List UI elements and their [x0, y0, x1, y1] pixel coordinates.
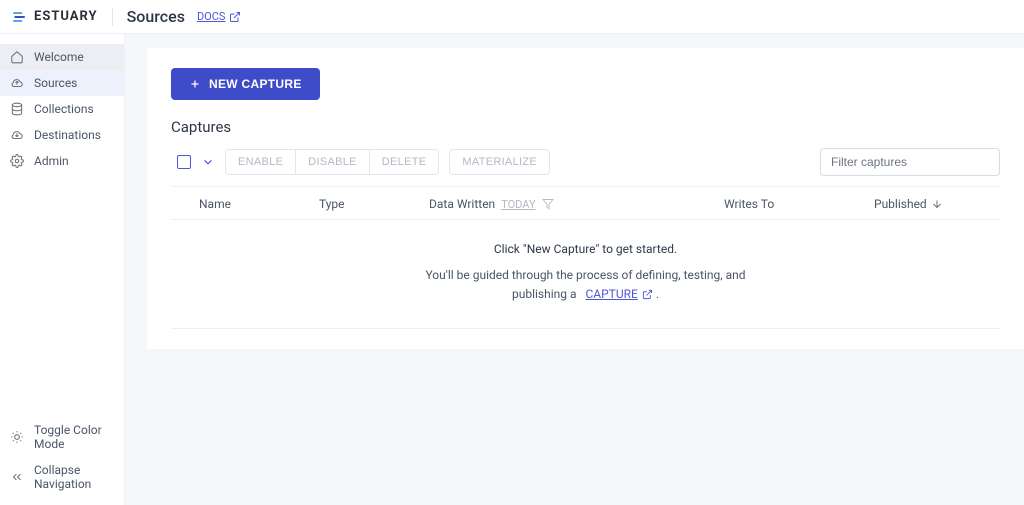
- enable-button[interactable]: ENABLE: [226, 150, 296, 174]
- select-dropdown[interactable]: [201, 155, 215, 169]
- select-all-checkbox[interactable]: [177, 155, 191, 169]
- captures-card: NEW CAPTURE Captures ENABLE DISABLE DELE…: [147, 48, 1024, 349]
- external-link-icon: [229, 11, 241, 23]
- sidebar-item-sources[interactable]: Sources: [0, 70, 124, 96]
- chevrons-left-icon: [10, 470, 24, 484]
- gear-icon: [10, 154, 24, 168]
- estuary-logo-icon: [12, 9, 28, 25]
- sidebar-item-label: Sources: [34, 76, 77, 90]
- sidebar-item-admin[interactable]: Admin: [0, 148, 124, 174]
- col-data-written[interactable]: Data Written TODAY: [429, 197, 724, 211]
- col-checkbox-spacer: [177, 197, 199, 211]
- toggle-color-label: Toggle Color Mode: [34, 423, 114, 451]
- empty-state-title: Click "New Capture" to get started.: [171, 242, 1000, 256]
- brand-logo: ESTUARY: [12, 9, 98, 25]
- filter-icon[interactable]: [542, 198, 554, 210]
- filter-captures-input[interactable]: [820, 148, 1000, 176]
- toggle-color-mode[interactable]: Toggle Color Mode: [0, 417, 124, 457]
- database-icon: [10, 102, 24, 116]
- sun-icon: [10, 430, 24, 444]
- main-content: NEW CAPTURE Captures ENABLE DISABLE DELE…: [125, 34, 1024, 505]
- new-capture-button[interactable]: NEW CAPTURE: [171, 68, 320, 100]
- col-type[interactable]: Type: [319, 197, 429, 211]
- sidebar-item-label: Collections: [34, 102, 94, 116]
- empty-state-subtext: You'll be guided through the process of …: [171, 266, 1000, 304]
- brand-text: ESTUARY: [34, 9, 98, 24]
- captures-section-title: Captures: [171, 118, 1000, 136]
- header-divider: [112, 8, 113, 26]
- col-name[interactable]: Name: [199, 197, 319, 211]
- sidebar-item-collections[interactable]: Collections: [0, 96, 124, 122]
- sidebar: Welcome Sources Collections Destinations…: [0, 34, 125, 505]
- empty-sub-line1: You'll be guided through the process of …: [425, 268, 745, 282]
- capture-link-label: CAPTURE: [585, 285, 637, 304]
- disable-button[interactable]: DISABLE: [296, 150, 370, 174]
- chevron-down-icon: [201, 155, 215, 169]
- select-all-group: [171, 155, 215, 169]
- collapse-nav-label: Collapse Navigation: [34, 463, 114, 491]
- top-header: ESTUARY Sources DOCS: [0, 0, 1024, 34]
- captures-table-header: Name Type Data Written TODAY Writes To P…: [171, 186, 1000, 220]
- sidebar-item-destinations[interactable]: Destinations: [0, 122, 124, 148]
- sidebar-nav: Welcome Sources Collections Destinations…: [0, 34, 124, 417]
- cloud-down-icon: [10, 128, 24, 142]
- captures-empty-state: Click "New Capture" to get started. You'…: [171, 220, 1000, 329]
- materialize-button[interactable]: MATERIALIZE: [449, 149, 550, 175]
- time-range-today[interactable]: TODAY: [501, 198, 535, 211]
- home-icon: [10, 50, 24, 64]
- plus-icon: [189, 78, 201, 90]
- col-writes-to[interactable]: Writes To: [724, 197, 874, 211]
- cloud-up-icon: [10, 76, 24, 90]
- action-button-group: ENABLE DISABLE DELETE: [225, 149, 439, 175]
- empty-sub-line2: publishing a: [512, 287, 577, 301]
- arrow-down-icon: [931, 198, 943, 210]
- sidebar-item-welcome[interactable]: Welcome: [0, 44, 124, 70]
- sidebar-item-label: Welcome: [34, 50, 84, 64]
- col-published-label: Published: [874, 197, 927, 211]
- delete-button[interactable]: DELETE: [370, 150, 439, 174]
- capture-docs-link[interactable]: CAPTURE: [585, 285, 652, 304]
- docs-link[interactable]: DOCS: [197, 10, 241, 23]
- layout: Welcome Sources Collections Destinations…: [0, 34, 1024, 505]
- col-published[interactable]: Published: [874, 197, 994, 211]
- captures-toolbar: ENABLE DISABLE DELETE MATERIALIZE: [171, 148, 1000, 176]
- docs-link-label: DOCS: [197, 10, 225, 23]
- page-title: Sources: [127, 7, 185, 26]
- sidebar-item-label: Admin: [34, 154, 69, 168]
- empty-sub-period: .: [656, 287, 659, 301]
- external-link-icon: [642, 289, 653, 300]
- collapse-navigation[interactable]: Collapse Navigation: [0, 457, 124, 497]
- col-data-written-label: Data Written: [429, 197, 495, 211]
- new-capture-label: NEW CAPTURE: [209, 77, 302, 91]
- sidebar-item-label: Destinations: [34, 128, 101, 142]
- sidebar-bottom: Toggle Color Mode Collapse Navigation: [0, 417, 124, 505]
